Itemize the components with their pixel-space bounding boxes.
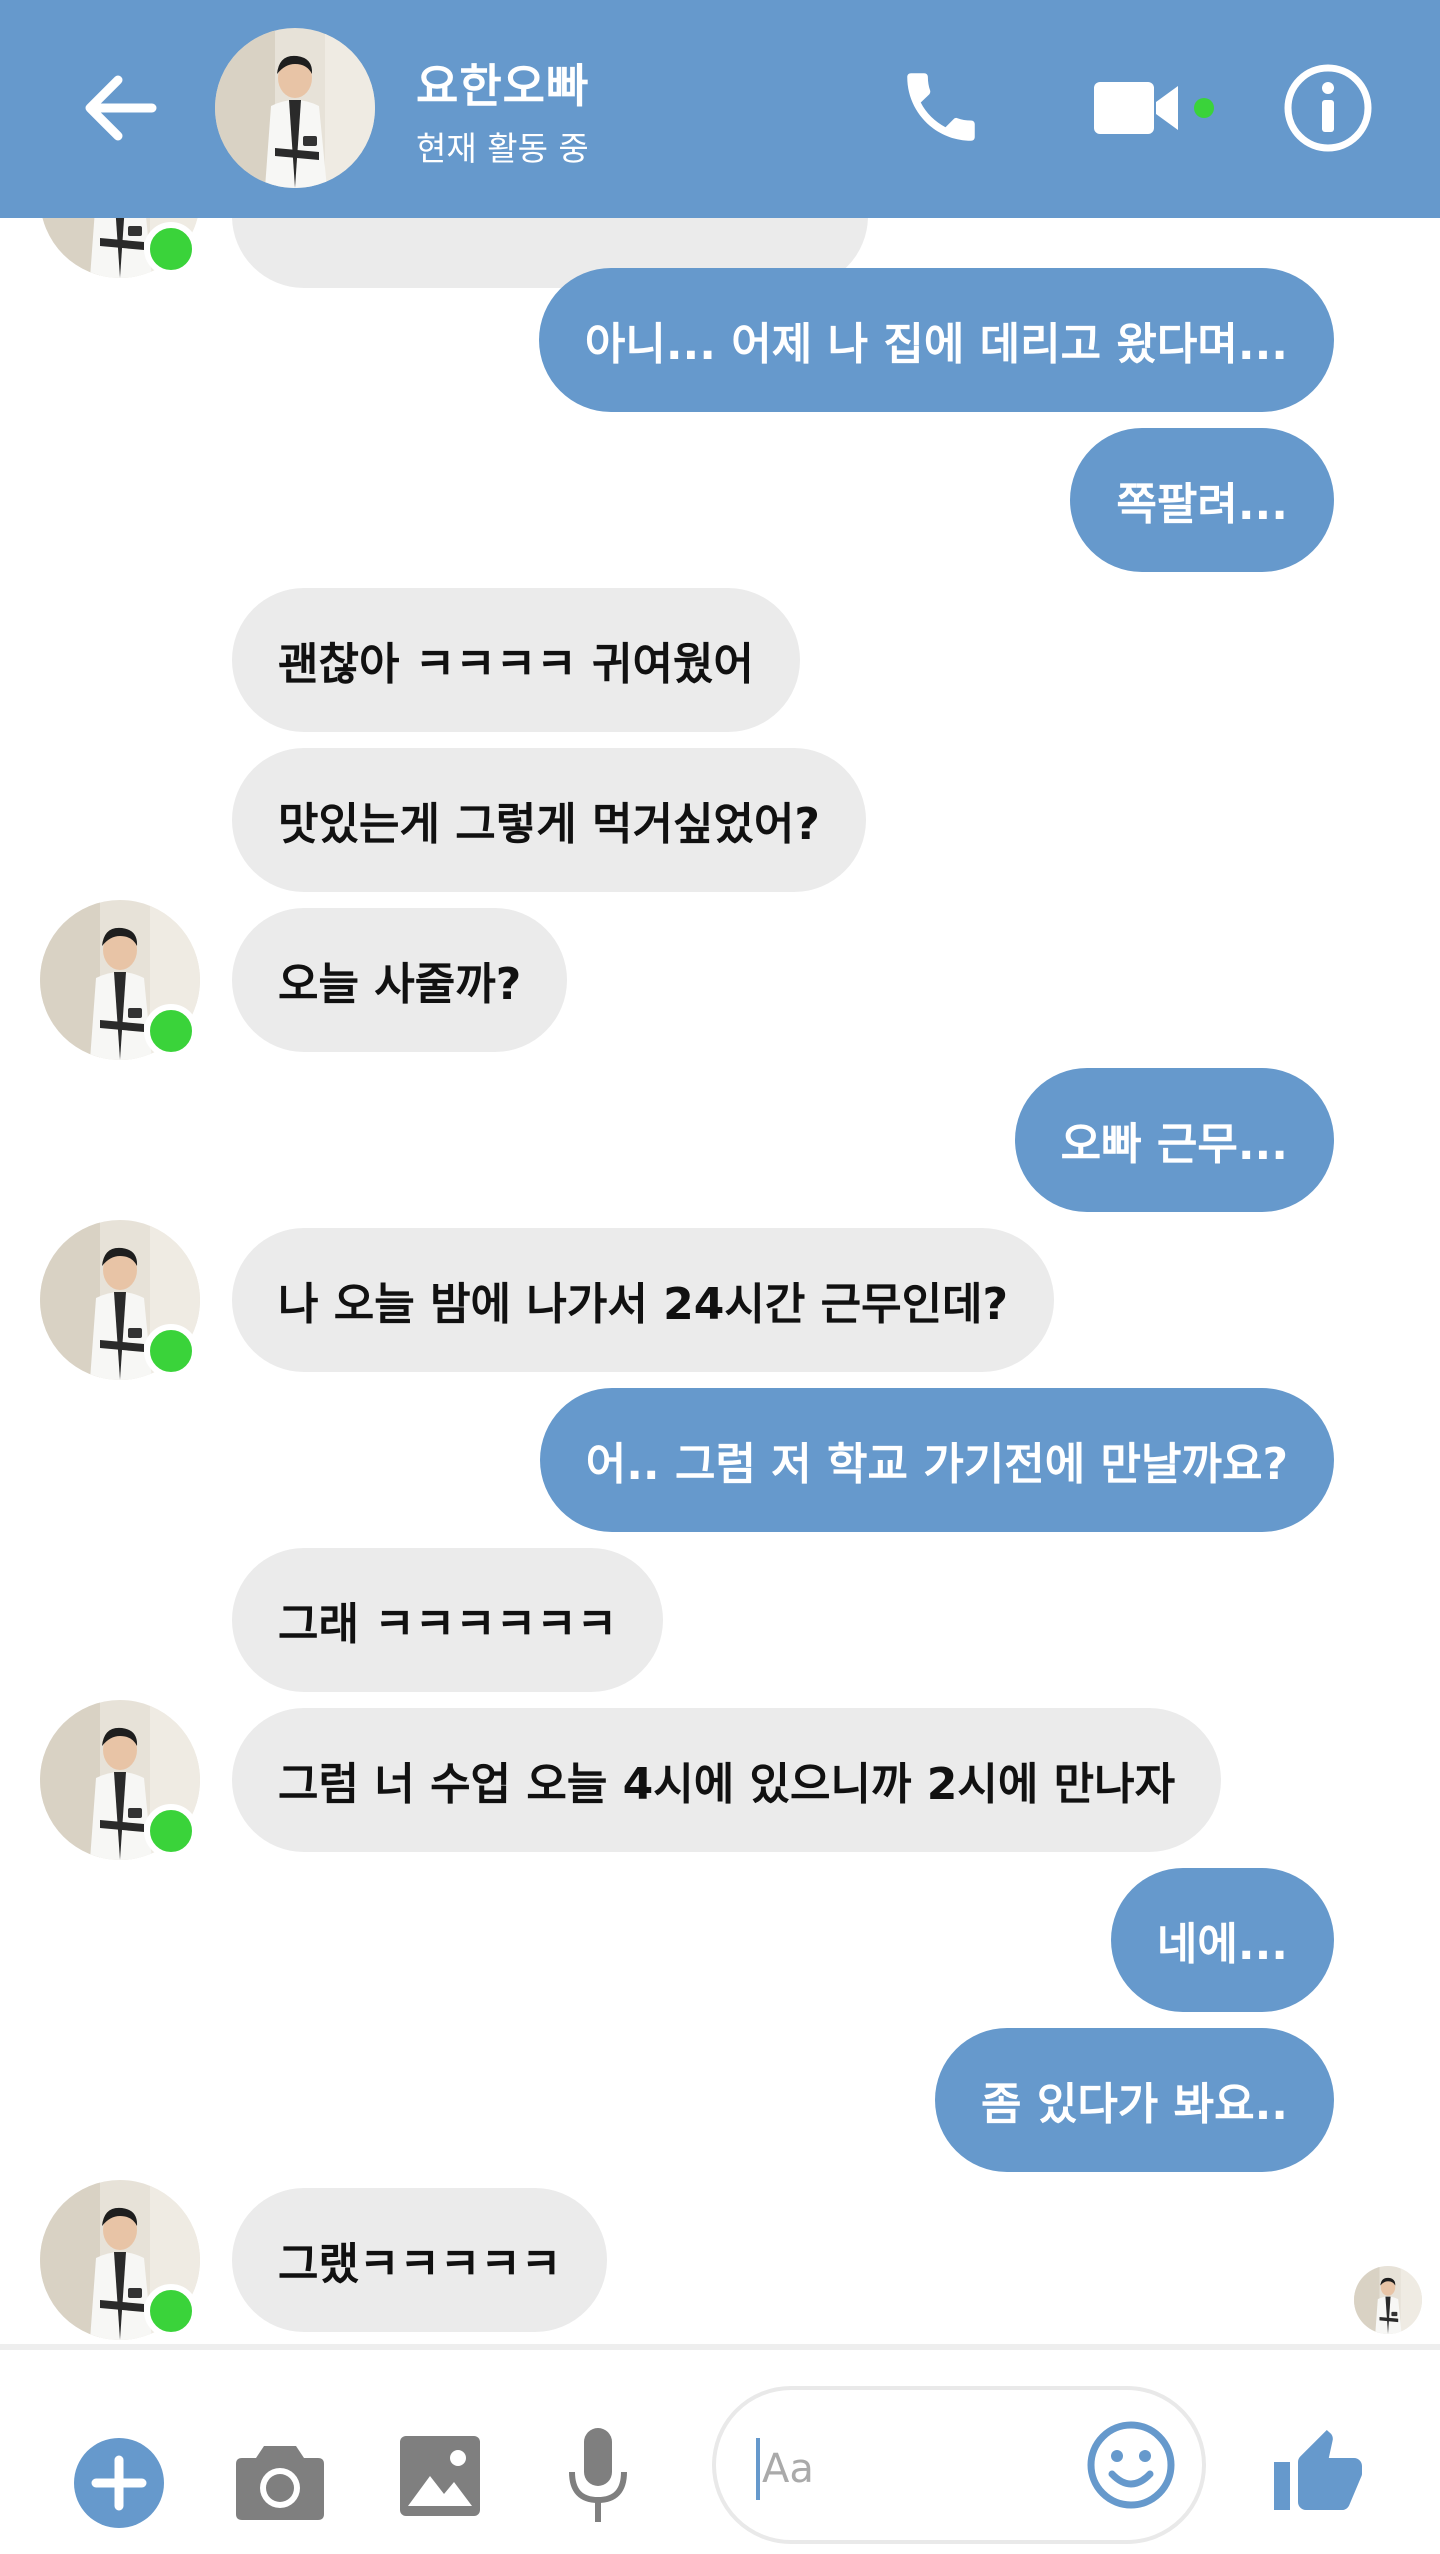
message-list[interactable]: 아니... 어제 나 집에 데리고 왔다며... 쪽팔려... 괜찮아 ㅋㅋㅋㅋ… [0, 218, 1440, 2344]
message-text: 아니... 어제 나 집에 데리고 왔다며... [584, 319, 1288, 370]
message-text: 괜찮아 ㅋㅋㅋㅋ 귀여웠어 [278, 639, 754, 690]
sender-avatar[interactable] [40, 1220, 200, 1380]
contact-avatar-image [215, 28, 375, 188]
sender-avatar[interactable] [40, 218, 200, 278]
message-input-container[interactable] [712, 2386, 1206, 2544]
message-text: 오빠 근무... [1060, 1119, 1288, 1170]
message-bubble-outgoing[interactable]: 아니... 어제 나 집에 데리고 왔다며... [538, 268, 1334, 412]
back-arrow-icon [85, 75, 157, 141]
message-text: 오늘 사줄까? [278, 959, 522, 1010]
contact-name[interactable]: 요한오빠 [416, 50, 589, 116]
thumbs-up-icon [1274, 2430, 1362, 2510]
message-text: 어.. 그럼 저 학교 가기전에 만날까요? [585, 1439, 1288, 1490]
message-bubble-incoming[interactable]: 그래 ㅋㅋㅋㅋㅋㅋ [232, 1548, 664, 1692]
message-bubble-incoming[interactable]: 나 오늘 밤에 나가서 24시간 근무인데? [232, 1228, 1055, 1372]
message-text: 나 오늘 밤에 나가서 24시간 근무인데? [278, 1279, 1009, 1330]
read-receipt-avatar-image [1354, 2266, 1422, 2334]
message-bubble-incoming[interactable]: 오늘 사줄까? [232, 908, 568, 1052]
read-receipt-avatar [1354, 2266, 1422, 2334]
conversation-info-button[interactable] [1282, 62, 1374, 154]
send-like-button[interactable] [1270, 2426, 1366, 2522]
message-bubble-outgoing[interactable]: 네에... [1110, 1868, 1334, 2012]
message-text: 그래 ㅋㅋㅋㅋㅋㅋ [278, 1599, 618, 1650]
video-camera-icon [1094, 82, 1178, 134]
message-bubble-incoming[interactable]: 그랬ㅋㅋㅋㅋㅋ [232, 2188, 608, 2332]
message-bubble-outgoing[interactable]: 쪽팔려... [1070, 428, 1334, 572]
back-button[interactable] [78, 66, 162, 150]
message-bubble-incoming[interactable]: 맛있는게 그렇게 먹거싶었어? [232, 748, 866, 892]
sender-avatar[interactable] [40, 2180, 200, 2340]
voice-message-button[interactable] [566, 2426, 630, 2526]
message-bubble-incoming[interactable]: 그럼 너 수업 오늘 4시에 있으니까 2시에 만나자 [232, 1708, 1222, 1852]
more-options-button[interactable] [74, 2438, 164, 2528]
info-icon [1284, 64, 1372, 152]
conversation-header: 요한오빠 현재 활동 중 [0, 0, 1440, 218]
camera-icon [236, 2446, 324, 2520]
message-bubble-outgoing[interactable]: 좀 있다가 봐요.. [935, 2028, 1334, 2172]
sender-avatar[interactable] [40, 900, 200, 1060]
message-bubble-outgoing[interactable]: 어.. 그럼 저 학교 가기전에 만날까요? [539, 1388, 1334, 1532]
emoji-icon [1087, 2421, 1175, 2509]
voice-call-button[interactable] [896, 62, 986, 152]
online-indicator [144, 1004, 198, 1058]
phone-icon [907, 73, 975, 141]
camera-button[interactable] [234, 2438, 326, 2522]
message-text: 네에... [1156, 1919, 1288, 1970]
online-indicator [144, 1324, 198, 1378]
emoji-button[interactable] [1084, 2418, 1178, 2512]
video-online-indicator [1194, 98, 1214, 118]
message-bubble-outgoing[interactable]: 오빠 근무... [1014, 1068, 1334, 1212]
message-composer [0, 2344, 1440, 2554]
message-text: 맛있는게 그렇게 먹거싶었어? [278, 799, 820, 850]
message-text: 그랬ㅋㅋㅋㅋㅋ [278, 2239, 562, 2290]
video-call-button[interactable] [1090, 72, 1190, 144]
contact-avatar[interactable] [215, 28, 375, 188]
online-indicator [144, 222, 198, 276]
message-text: 그럼 너 수업 오늘 4시에 있으니까 2시에 만나자 [278, 1759, 1176, 1810]
gallery-button[interactable] [398, 2432, 482, 2520]
active-status: 현재 활동 중 [416, 129, 589, 168]
image-icon [400, 2436, 480, 2516]
online-indicator [144, 2284, 198, 2338]
online-indicator [144, 1804, 198, 1858]
message-input[interactable] [756, 2438, 1064, 2500]
microphone-icon [569, 2428, 627, 2522]
plus-icon [91, 2455, 147, 2511]
message-text: 쪽팔려... [1116, 479, 1288, 530]
sender-avatar[interactable] [40, 1700, 200, 1860]
message-text: 좀 있다가 봐요.. [981, 2079, 1288, 2130]
message-bubble-incoming[interactable]: 괜찮아 ㅋㅋㅋㅋ 귀여웠어 [232, 588, 800, 732]
